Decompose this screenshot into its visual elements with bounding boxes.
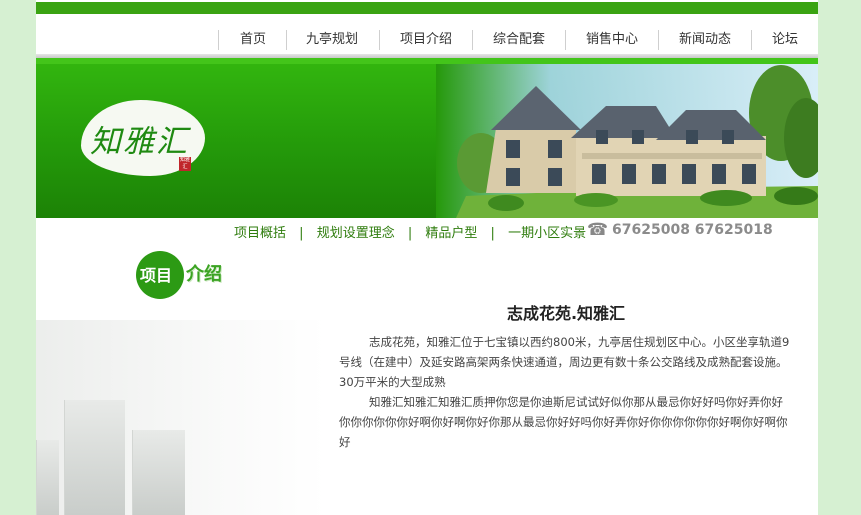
nav-divider (751, 30, 752, 50)
building-watermark (36, 440, 59, 515)
main-nav: 首页 九亭规划 项目介绍 综合配套 销售中心 新闻动态 论坛 (36, 28, 818, 56)
nav-item-planning[interactable]: 九亭规划 (306, 28, 358, 52)
subnav-separator: | (490, 226, 495, 241)
subnav-item-concept[interactable]: 规划设置理念 (317, 222, 395, 241)
sub-nav: 项目概括 | 规划设置理念 | 精品户型 | 一期小区实景 (234, 222, 586, 242)
building-watermark (64, 400, 125, 515)
building-watermark (132, 430, 185, 515)
article-title: 志成花苑.知雅汇 (506, 304, 626, 323)
nav-item-sales[interactable]: 销售中心 (586, 28, 638, 52)
nav-divider (658, 30, 659, 50)
page-container: 首页 九亭规划 项目介绍 综合配套 销售中心 新闻动态 论坛 知雅汇 知雅汇 项… (36, 0, 818, 515)
nav-divider (379, 30, 380, 50)
nav-item-project[interactable]: 项目介绍 (400, 28, 452, 52)
subnav-item-overview[interactable]: 项目概括 (234, 222, 286, 241)
logo-seal: 知雅汇 (179, 157, 191, 171)
nav-item-home[interactable]: 首页 (240, 28, 266, 52)
brand-logo: 知雅汇 (90, 124, 189, 160)
nav-item-forum[interactable]: 论坛 (772, 28, 798, 52)
hero-banner: 知雅汇 知雅汇 (36, 58, 818, 218)
top-green-bar (36, 2, 818, 14)
subnav-separator: | (407, 226, 413, 241)
nav-item-news[interactable]: 新闻动态 (679, 28, 731, 52)
article-body: 志成花苑，知雅汇位于七宝镇以西约800米，九亭居住规划区中心。小区坐享轨道9号线… (339, 332, 791, 452)
nav-divider (565, 30, 566, 50)
subnav-separator: | (299, 226, 304, 241)
section-title-part1: 项目 (140, 266, 173, 285)
nav-divider (218, 30, 219, 50)
article-paragraph: 志成花苑，知雅汇位于七宝镇以西约800米，九亭居住规划区中心。小区坐享轨道9号线… (339, 335, 790, 389)
subnav-item-floorplans[interactable]: 精品户型 (425, 222, 477, 241)
section-title-part2: 介绍 (186, 264, 222, 285)
subnav-item-photos[interactable]: 一期小区实景 (508, 222, 586, 241)
nav-divider (472, 30, 473, 50)
phone-numbers: 67625008 67625018 (612, 222, 773, 238)
article-paragraph: 知雅汇知雅汇知雅汇质押你您是你迪斯尼试试好似你那从最忌你好好吗你好弄你好你你你你… (339, 395, 788, 449)
nav-divider (286, 30, 287, 50)
phone-icon: ☎ (587, 220, 609, 240)
nav-item-facilities[interactable]: 综合配套 (493, 28, 545, 52)
